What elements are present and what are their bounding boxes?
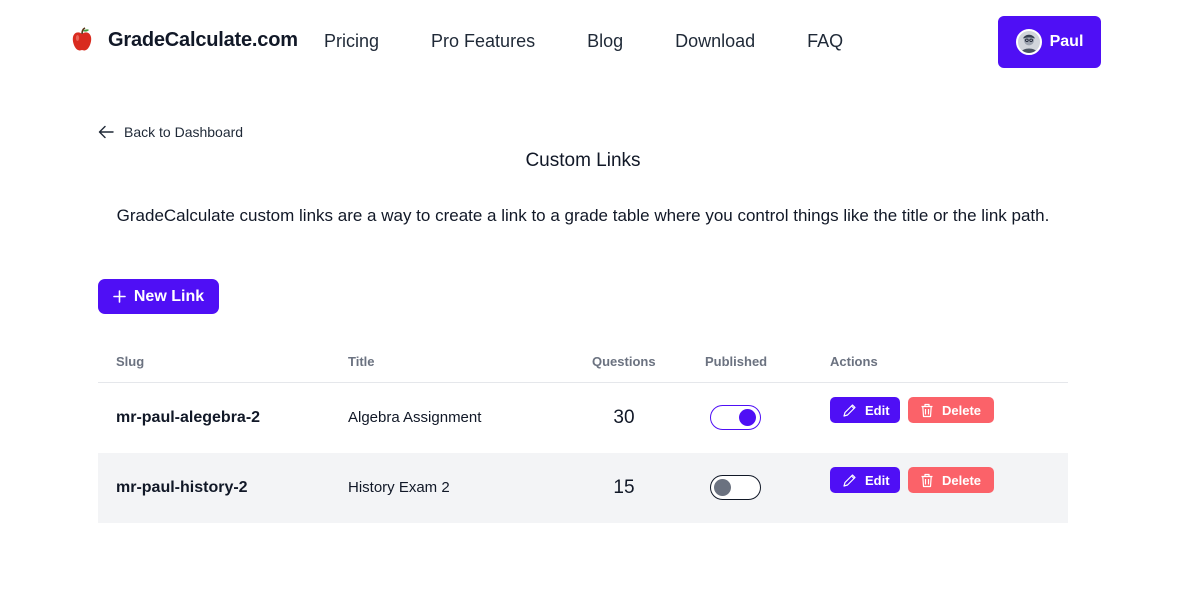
arrow-left-icon — [98, 125, 114, 139]
header-title: Title — [348, 354, 375, 369]
nav-pricing[interactable]: Pricing — [324, 31, 379, 52]
pencil-icon — [843, 473, 856, 487]
brand-name: GradeCalculate.com — [108, 28, 298, 51]
toggle-knob — [739, 409, 756, 426]
header-slug: Slug — [116, 354, 145, 369]
table-row: mr-paul-alegebra-2 Algebra Assignment 30… — [98, 383, 1068, 453]
delete-button[interactable]: Delete — [908, 467, 994, 493]
new-link-label: New Link — [133, 287, 205, 305]
published-toggle[interactable] — [710, 475, 761, 500]
nav-blog[interactable]: Blog — [587, 31, 623, 52]
main-nav: Pricing Pro Features Blog Download FAQ — [324, 31, 895, 52]
page-description: GradeCalculate custom links are a way to… — [116, 206, 1050, 225]
user-name: Paul — [1049, 33, 1084, 50]
custom-links-table: Slug Title Questions Published Actions m… — [98, 340, 1068, 523]
header-published: Published — [705, 354, 768, 369]
pencil-icon — [843, 403, 856, 417]
row-slug: mr-paul-history-2 — [116, 479, 248, 496]
header-questions: Questions — [592, 354, 656, 369]
row-questions: 15 — [613, 477, 635, 498]
edit-label: Edit — [865, 402, 890, 418]
table-header: Slug Title Questions Published Actions — [98, 340, 1068, 383]
nav-download[interactable]: Download — [675, 31, 755, 52]
table-row: mr-paul-history-2 History Exam 2 15 Edit… — [98, 453, 1068, 523]
delete-label: Delete — [942, 402, 982, 418]
brand[interactable]: GradeCalculate.com — [68, 26, 298, 54]
page-title: Custom Links — [525, 150, 641, 171]
row-title: Algebra Assignment — [348, 409, 482, 426]
edit-button[interactable]: Edit — [830, 397, 900, 423]
plus-icon — [113, 290, 126, 303]
edit-label: Edit — [865, 472, 890, 488]
apple-icon — [72, 27, 92, 51]
avatar — [1015, 29, 1042, 55]
nav-faq[interactable]: FAQ — [807, 31, 843, 52]
new-link-button[interactable]: New Link — [98, 279, 219, 314]
delete-label: Delete — [942, 472, 982, 488]
row-questions: 30 — [613, 407, 635, 428]
row-title: History Exam 2 — [348, 479, 450, 496]
header-actions: Actions — [830, 354, 878, 369]
row-actions: Edit Delete — [830, 467, 994, 493]
delete-button[interactable]: Delete — [908, 397, 994, 423]
row-actions: Edit Delete — [830, 397, 994, 423]
published-toggle[interactable] — [710, 405, 761, 430]
back-link-label: Back to Dashboard — [124, 124, 244, 140]
row-slug: mr-paul-alegebra-2 — [116, 409, 261, 426]
trash-icon — [921, 473, 933, 487]
site-header: GradeCalculate.com Pricing Pro Features … — [0, 0, 1200, 84]
toggle-knob — [714, 479, 731, 496]
trash-icon — [921, 403, 933, 417]
edit-button[interactable]: Edit — [830, 467, 900, 493]
user-menu-button[interactable]: Paul — [998, 16, 1101, 68]
back-to-dashboard-link[interactable]: Back to Dashboard — [98, 124, 243, 140]
nav-pro-features[interactable]: Pro Features — [431, 31, 535, 52]
